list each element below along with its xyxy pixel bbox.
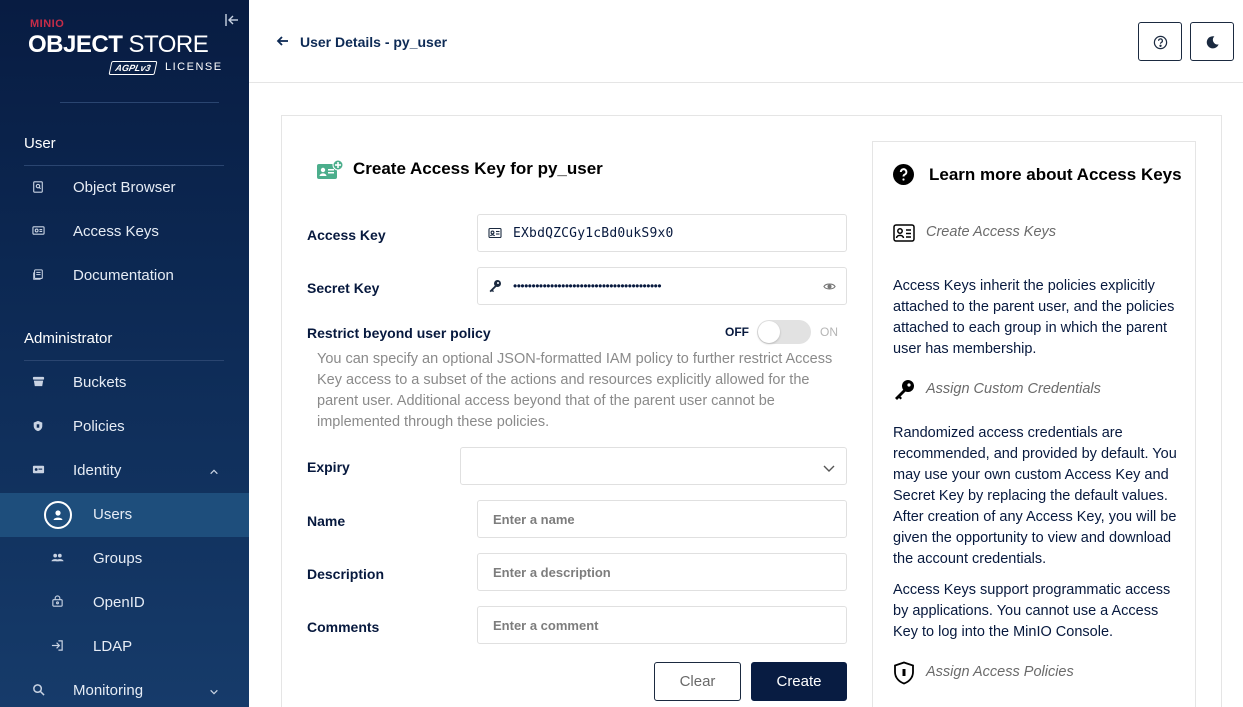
- sidebar-item-label: Object Browser: [73, 179, 176, 196]
- key-icon: [893, 379, 915, 400]
- openid-icon: [51, 595, 65, 609]
- sidebar-item-object-browser[interactable]: Object Browser: [0, 166, 249, 210]
- page-header: User Details - py_user: [249, 0, 1243, 83]
- help-subheading-credentials: Assign Custom Credentials: [926, 381, 1101, 397]
- help-circle-icon: [1153, 35, 1168, 50]
- eye-icon[interactable]: [823, 280, 837, 294]
- key-icon: [488, 279, 502, 293]
- sidebar-item-buckets[interactable]: Buckets: [0, 361, 249, 405]
- id-card-icon: [488, 226, 502, 240]
- object-browser-icon: [32, 180, 46, 194]
- shield-icon: [893, 661, 915, 685]
- sidebar-item-label: Users: [93, 506, 133, 523]
- sidebar-item-label: Identity: [73, 462, 122, 479]
- access-keys-icon: [32, 224, 46, 238]
- sidebar-item-monitoring[interactable]: Monitoring: [0, 669, 249, 707]
- sidebar-item-label: Buckets: [73, 374, 127, 391]
- sidebar-item-openid[interactable]: OpenID: [0, 581, 249, 625]
- comments-label: Comments: [307, 619, 380, 635]
- sidebar-item-label: OpenID: [93, 594, 145, 611]
- moon-icon: [1206, 36, 1219, 49]
- sidebar-item-label: LDAP: [93, 638, 133, 655]
- chevron-down-icon: [823, 461, 835, 473]
- buckets-icon: [32, 375, 46, 389]
- help-paragraph: Access Keys inherit the policies explici…: [893, 278, 1175, 357]
- name-field[interactable]: [477, 500, 847, 538]
- description-input[interactable]: [493, 554, 823, 590]
- description-label: Description: [307, 566, 385, 582]
- monitoring-icon: [32, 683, 46, 697]
- logo-license: LICENSE: [165, 61, 223, 73]
- id-card-icon: [893, 223, 915, 243]
- sidebar-item-documentation[interactable]: Documentation: [0, 254, 249, 298]
- sidebar-item-users[interactable]: Users: [0, 493, 249, 537]
- restrict-policy-description: You can specify an optional JSON-formatt…: [317, 351, 833, 430]
- create-button[interactable]: Create: [751, 662, 847, 701]
- question-circle-icon: [893, 164, 914, 185]
- sidebar-item-ldap[interactable]: LDAP: [0, 625, 249, 669]
- minio-logo[interactable]: MINIO OBJECT STORE AGPLv3 LICENSE: [28, 14, 223, 84]
- restrict-policy-toggle[interactable]: [757, 320, 811, 344]
- dark-mode-button[interactable]: [1190, 22, 1234, 61]
- groups-icon: [51, 551, 65, 565]
- help-paragraph: Access Keys support programmatic access …: [893, 582, 1171, 640]
- ldap-icon: [51, 639, 65, 653]
- description-field[interactable]: [477, 553, 847, 591]
- agpl-badge: AGPLv3: [108, 61, 158, 75]
- users-icon: [51, 508, 65, 522]
- help-button[interactable]: [1138, 22, 1182, 61]
- sidebar-item-access-keys[interactable]: Access Keys: [0, 210, 249, 254]
- sidebar-item-label: Monitoring: [73, 682, 144, 699]
- sidebar: MINIO OBJECT STORE AGPLv3 LICENSE User O…: [0, 0, 249, 707]
- divider: [60, 102, 219, 103]
- sidebar-item-identity[interactable]: Identity: [0, 449, 249, 493]
- access-key-field[interactable]: [477, 214, 847, 252]
- secret-key-label: Secret Key: [307, 280, 380, 296]
- expiry-label: Expiry: [307, 459, 350, 475]
- toggle-on-label: ON: [820, 325, 838, 339]
- restrict-policy-label: Restrict beyond user policy: [307, 325, 491, 341]
- name-input[interactable]: [493, 501, 823, 537]
- expiry-select[interactable]: [460, 447, 847, 485]
- toggle-knob: [758, 321, 780, 343]
- add-access-key-icon: [317, 159, 344, 180]
- comments-field[interactable]: [477, 606, 847, 644]
- comments-input[interactable]: [493, 607, 823, 643]
- name-label: Name: [307, 513, 346, 529]
- secret-key-input[interactable]: [513, 268, 843, 304]
- back-arrow-icon[interactable]: [276, 34, 290, 48]
- access-key-input[interactable]: [513, 215, 843, 251]
- access-key-label: Access Key: [307, 227, 386, 243]
- sidebar-item-label: Groups: [93, 550, 143, 567]
- sidebar-item-policies[interactable]: Policies: [0, 405, 249, 449]
- logo-prefix: MINIO: [30, 18, 65, 30]
- help-subheading-policies: Assign Access Policies: [926, 664, 1074, 680]
- chevron-down-icon[interactable]: [209, 684, 221, 696]
- chevron-up-icon[interactable]: [209, 464, 221, 476]
- collapse-sidebar-icon[interactable]: [224, 12, 240, 28]
- help-subheading-create: Create Access Keys: [926, 224, 1057, 240]
- identity-icon: [32, 463, 46, 477]
- toggle-off-label: OFF: [725, 325, 749, 339]
- page-title: User Details - py_user: [300, 34, 448, 50]
- sidebar-item-label: Documentation: [73, 267, 174, 284]
- documentation-icon: [32, 268, 46, 282]
- sidebar-item-label: Policies: [73, 418, 125, 435]
- policies-icon: [32, 419, 46, 433]
- section-user: User: [24, 135, 56, 152]
- help-paragraph: Randomized access credentials are recomm…: [893, 425, 1177, 567]
- sidebar-item-groups[interactable]: Groups: [0, 537, 249, 581]
- clear-button[interactable]: Clear: [654, 662, 741, 701]
- logo-title: OBJECT STORE: [28, 31, 209, 58]
- form-title: Create Access Key for py_user: [353, 159, 603, 178]
- help-title: Learn more about Access Keys: [929, 165, 1182, 184]
- secret-key-field[interactable]: [477, 267, 847, 305]
- sidebar-item-label: Access Keys: [73, 223, 159, 240]
- section-administrator: Administrator: [24, 330, 113, 347]
